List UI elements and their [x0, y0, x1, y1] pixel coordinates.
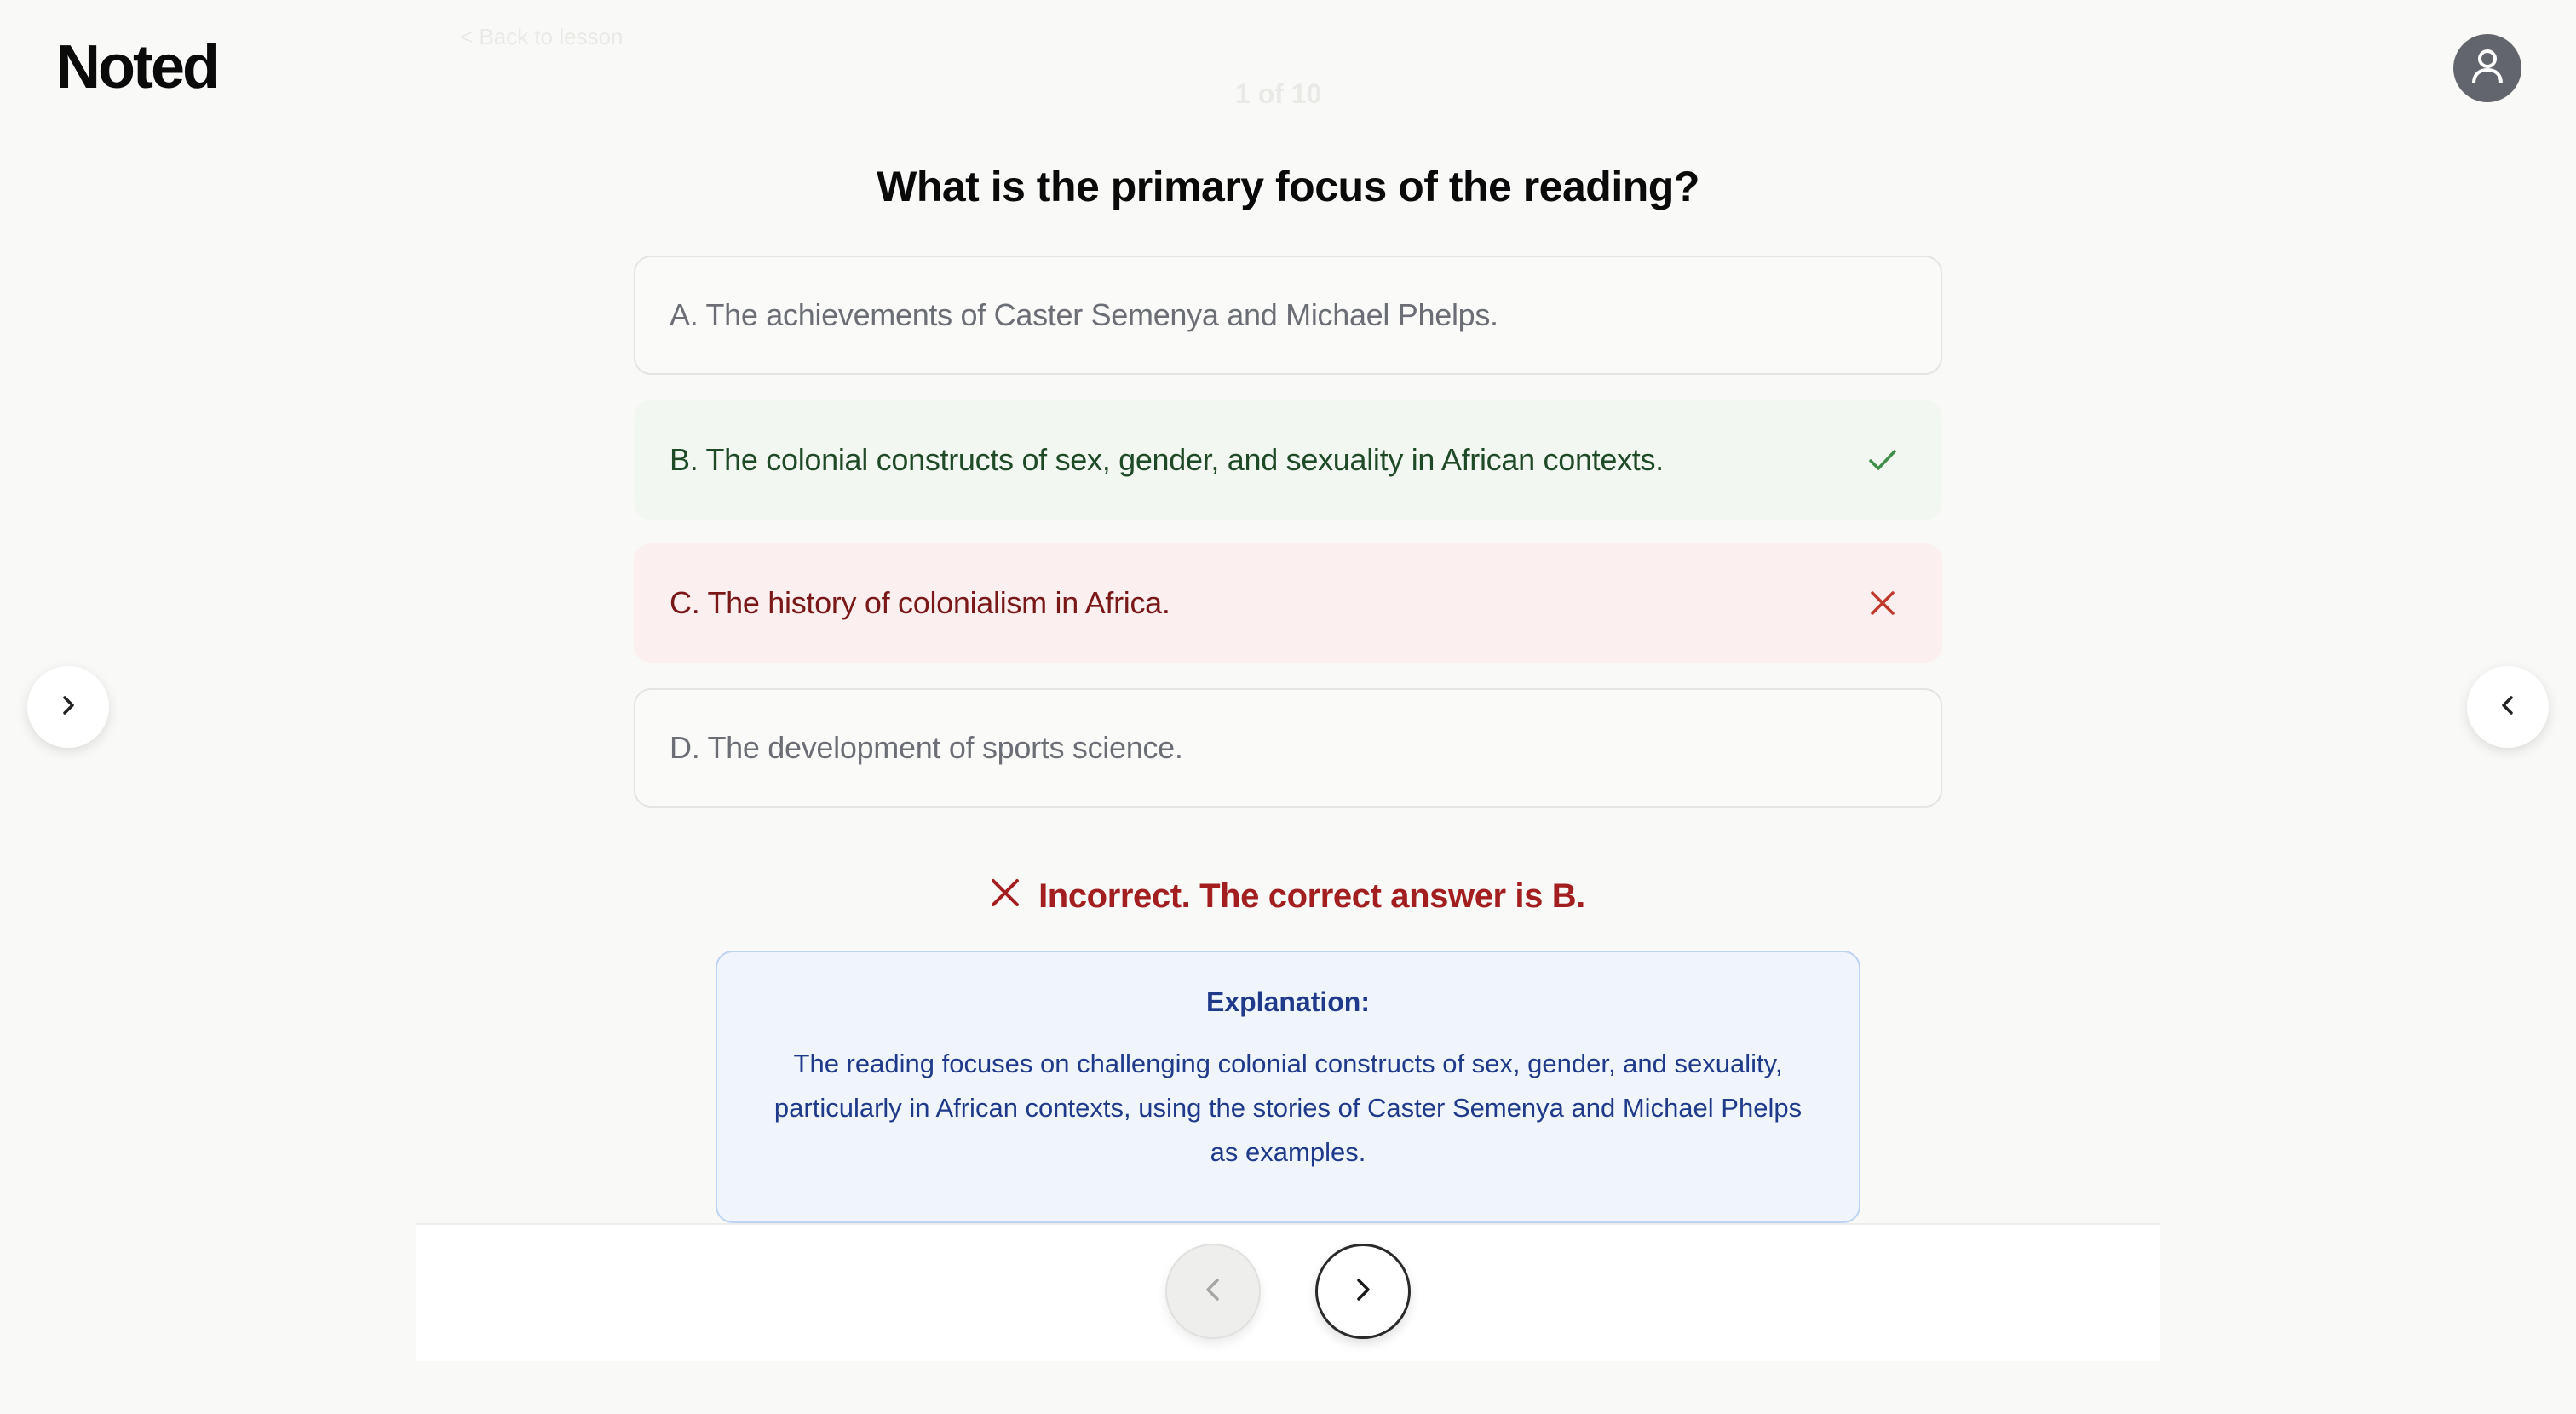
explanation-box: Explanation: The reading focuses on chal…	[716, 951, 1860, 1223]
check-icon	[1866, 443, 1900, 477]
explanation-title: Explanation:	[1205, 986, 1370, 1017]
option-label: C. The history of colonialism in Africa.	[670, 585, 1170, 620]
chevron-left-icon	[2496, 693, 2520, 721]
next-question-button[interactable]	[1315, 1244, 1411, 1339]
option-b[interactable]: B. The colonial constructs of sex, gende…	[634, 400, 1942, 520]
sidebar-toggle-left[interactable]	[27, 666, 109, 748]
feedback-text: Incorrect. The correct answer is B.	[1038, 877, 1585, 915]
x-icon	[1866, 586, 1900, 620]
previous-question-button[interactable]	[1165, 1244, 1261, 1339]
sidebar-toggle-right[interactable]	[2467, 666, 2549, 748]
option-label: A. The achievements of Caster Semenya an…	[670, 297, 1498, 332]
progress-indicator: 1 of 10	[1235, 78, 1322, 109]
answer-feedback: Incorrect. The correct answer is B.	[0, 877, 2576, 916]
user-icon	[2470, 48, 2504, 89]
navigation-footer	[416, 1223, 2160, 1361]
back-link[interactable]: < Back to lesson	[460, 24, 624, 50]
option-label: D. The development of sports science.	[670, 730, 1183, 765]
chevron-right-icon	[1349, 1276, 1377, 1308]
question-title: What is the primary focus of the reading…	[877, 163, 1699, 210]
chevron-left-icon	[1199, 1276, 1227, 1308]
option-label: B. The colonial constructs of sex, gende…	[670, 442, 1664, 477]
app-logo[interactable]: Noted	[56, 32, 220, 102]
option-d[interactable]: D. The development of sports science.	[634, 688, 1942, 808]
option-a[interactable]: A. The achievements of Caster Semenya an…	[634, 256, 1942, 375]
user-avatar-button[interactable]	[2453, 34, 2521, 102]
chevron-right-icon	[56, 693, 80, 721]
x-icon	[991, 877, 1020, 916]
explanation-text: The reading focuses on challenging colon…	[773, 1049, 1803, 1167]
option-c[interactable]: C. The history of colonialism in Africa.	[634, 543, 1942, 663]
